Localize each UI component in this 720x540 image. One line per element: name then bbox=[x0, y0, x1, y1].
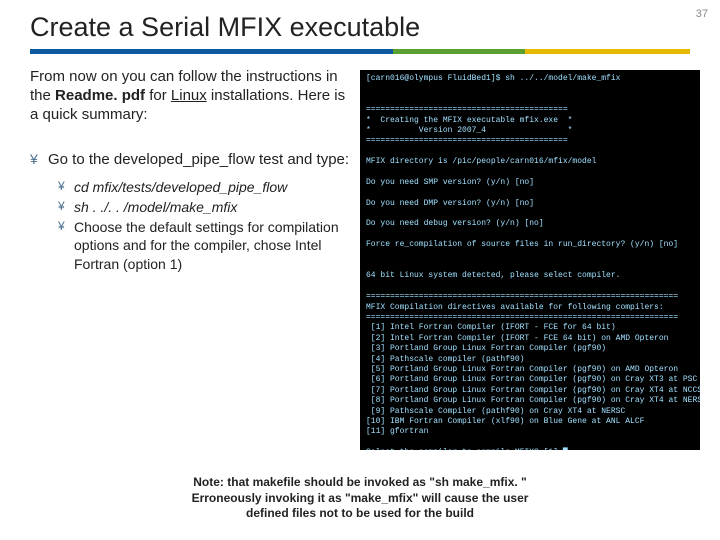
sub-bullet-icon: ¥ bbox=[58, 178, 74, 195]
intro-linux: Linux bbox=[171, 87, 207, 104]
bullet-1-text: Go to the developed_pipe_flow test and t… bbox=[48, 150, 349, 170]
footer-note: Note: that makefile should be invoked as… bbox=[150, 475, 570, 522]
bullet-icon: ¥ bbox=[30, 150, 48, 168]
note-line-1: Note: that makefile should be invoked as… bbox=[193, 475, 526, 489]
sub-c-text: Choose the default settings for compilat… bbox=[74, 218, 352, 273]
slide-title: Create a Serial MFIX executable bbox=[0, 0, 720, 49]
title-underline bbox=[30, 49, 690, 54]
sub-bullet-icon: ¥ bbox=[58, 198, 74, 215]
sub-bullet-icon: ¥ bbox=[58, 218, 74, 235]
content-area: From now on you can follow the instructi… bbox=[0, 68, 720, 450]
sub-bullet-list: ¥ cd mfix/tests/developed_pipe_flow ¥ sh… bbox=[58, 178, 352, 273]
note-line-2: Erroneously invoking it as "make_mfix" w… bbox=[192, 491, 529, 505]
sub-bullet-b: ¥ sh . ./. . /model/make_mfix bbox=[58, 198, 352, 216]
page-number: 37 bbox=[696, 8, 708, 20]
intro-mid: for bbox=[145, 87, 171, 104]
terminal-screenshot: [carn016@olympus FluidBed1]$ sh ../../mo… bbox=[360, 70, 700, 450]
intro-readme: Readme. pdf bbox=[55, 87, 145, 104]
sub-bullet-a: ¥ cd mfix/tests/developed_pipe_flow bbox=[58, 178, 352, 196]
note-line-3: defined files not to be used for the bui… bbox=[246, 506, 474, 520]
sub-a-text: cd mfix/tests/developed_pipe_flow bbox=[74, 178, 287, 196]
sub-b-text: sh . ./. . /model/make_mfix bbox=[74, 198, 237, 216]
intro-paragraph: From now on you can follow the instructi… bbox=[30, 68, 352, 124]
bullet-1: ¥ Go to the developed_pipe_flow test and… bbox=[30, 150, 352, 170]
left-column: From now on you can follow the instructi… bbox=[0, 68, 360, 450]
sub-bullet-c: ¥ Choose the default settings for compil… bbox=[58, 218, 352, 273]
